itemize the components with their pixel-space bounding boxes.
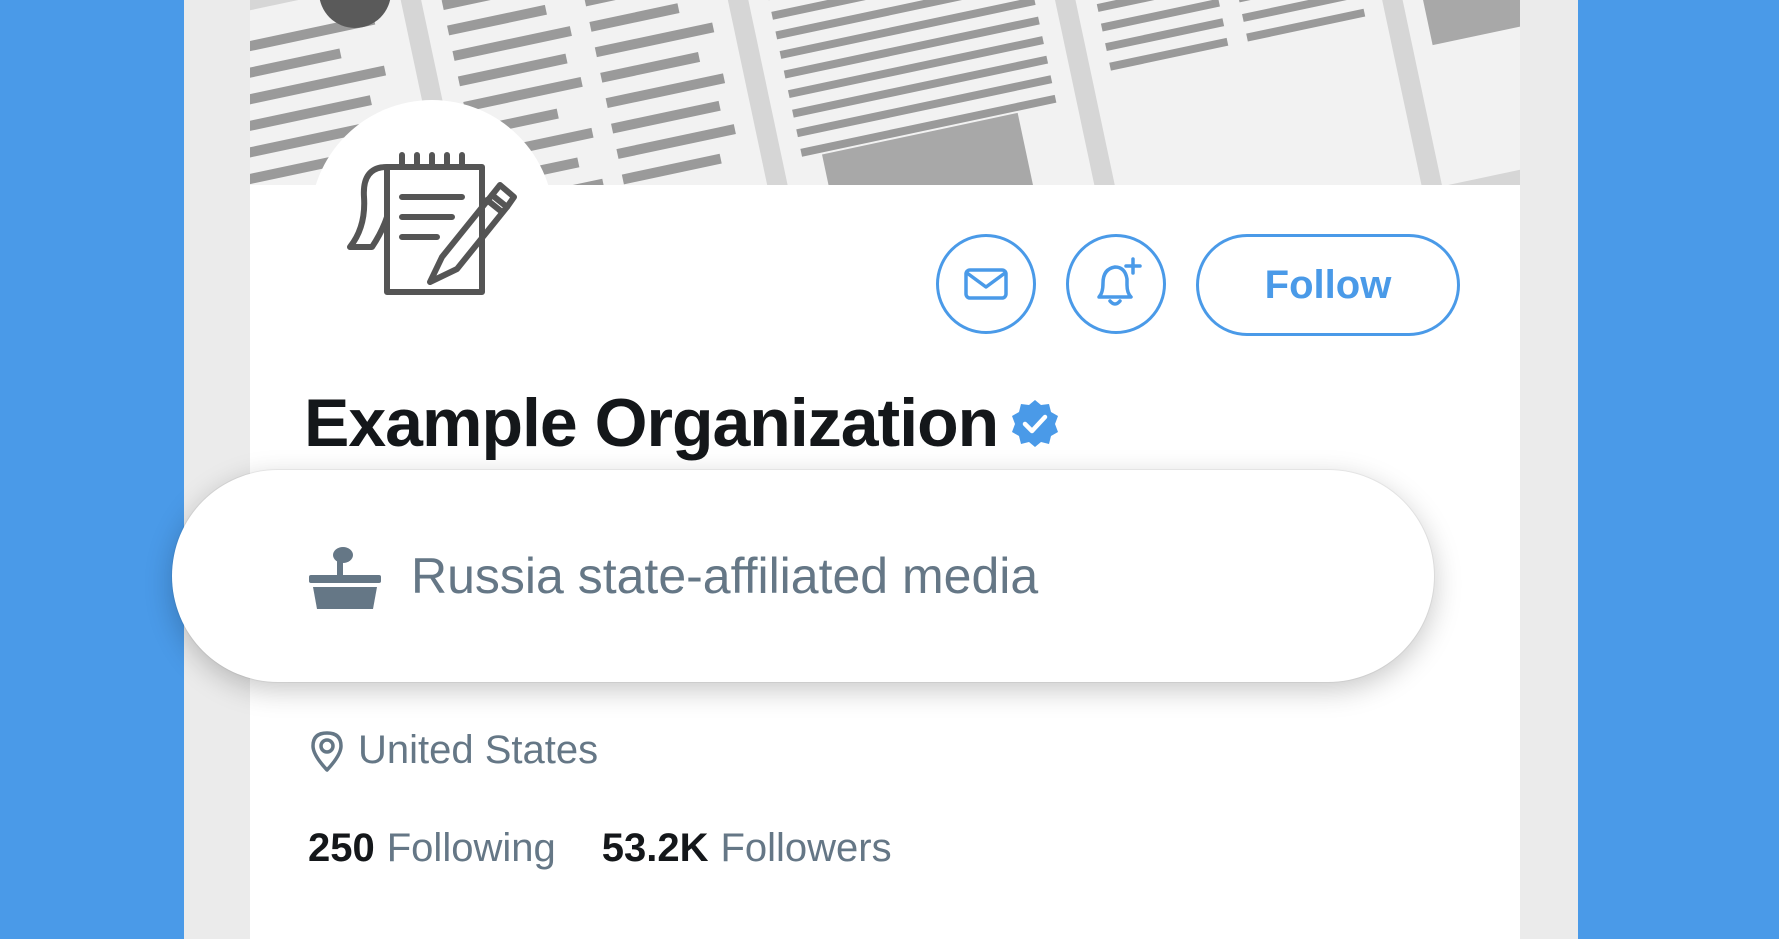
- followers-count: 53.2K: [601, 826, 709, 870]
- display-name-text: Example Organization: [304, 385, 999, 461]
- mail-icon: [964, 268, 1008, 300]
- profile-avatar[interactable]: [310, 100, 554, 344]
- follow-button-label: Follow: [1264, 262, 1392, 307]
- following-stat[interactable]: 250 Following: [308, 826, 556, 871]
- verified-badge-icon: [1010, 398, 1060, 448]
- follow-button[interactable]: Follow: [1196, 234, 1460, 336]
- followers-stat[interactable]: 53.2K Followers: [602, 826, 892, 871]
- following-count: 250: [308, 826, 375, 870]
- notifications-button[interactable]: [1066, 234, 1166, 334]
- followers-label: Followers: [720, 826, 892, 870]
- following-label: Following: [386, 826, 556, 870]
- notepad-pen-icon: [347, 152, 517, 295]
- location-text: United States: [358, 728, 599, 772]
- location-pin-icon: [308, 729, 346, 773]
- profile-display-name: Example Organization: [304, 384, 1060, 462]
- profile-location: United States: [308, 728, 598, 773]
- state-media-label-text: Russia state-affiliated media: [411, 548, 1039, 604]
- state-media-label[interactable]: Russia state-affiliated media: [172, 470, 1434, 682]
- message-button[interactable]: [936, 234, 1036, 334]
- profile-stats: 250 Following 53.2K Followers: [308, 826, 892, 871]
- podium-icon: [307, 541, 383, 611]
- bell-plus-icon: [1097, 257, 1142, 306]
